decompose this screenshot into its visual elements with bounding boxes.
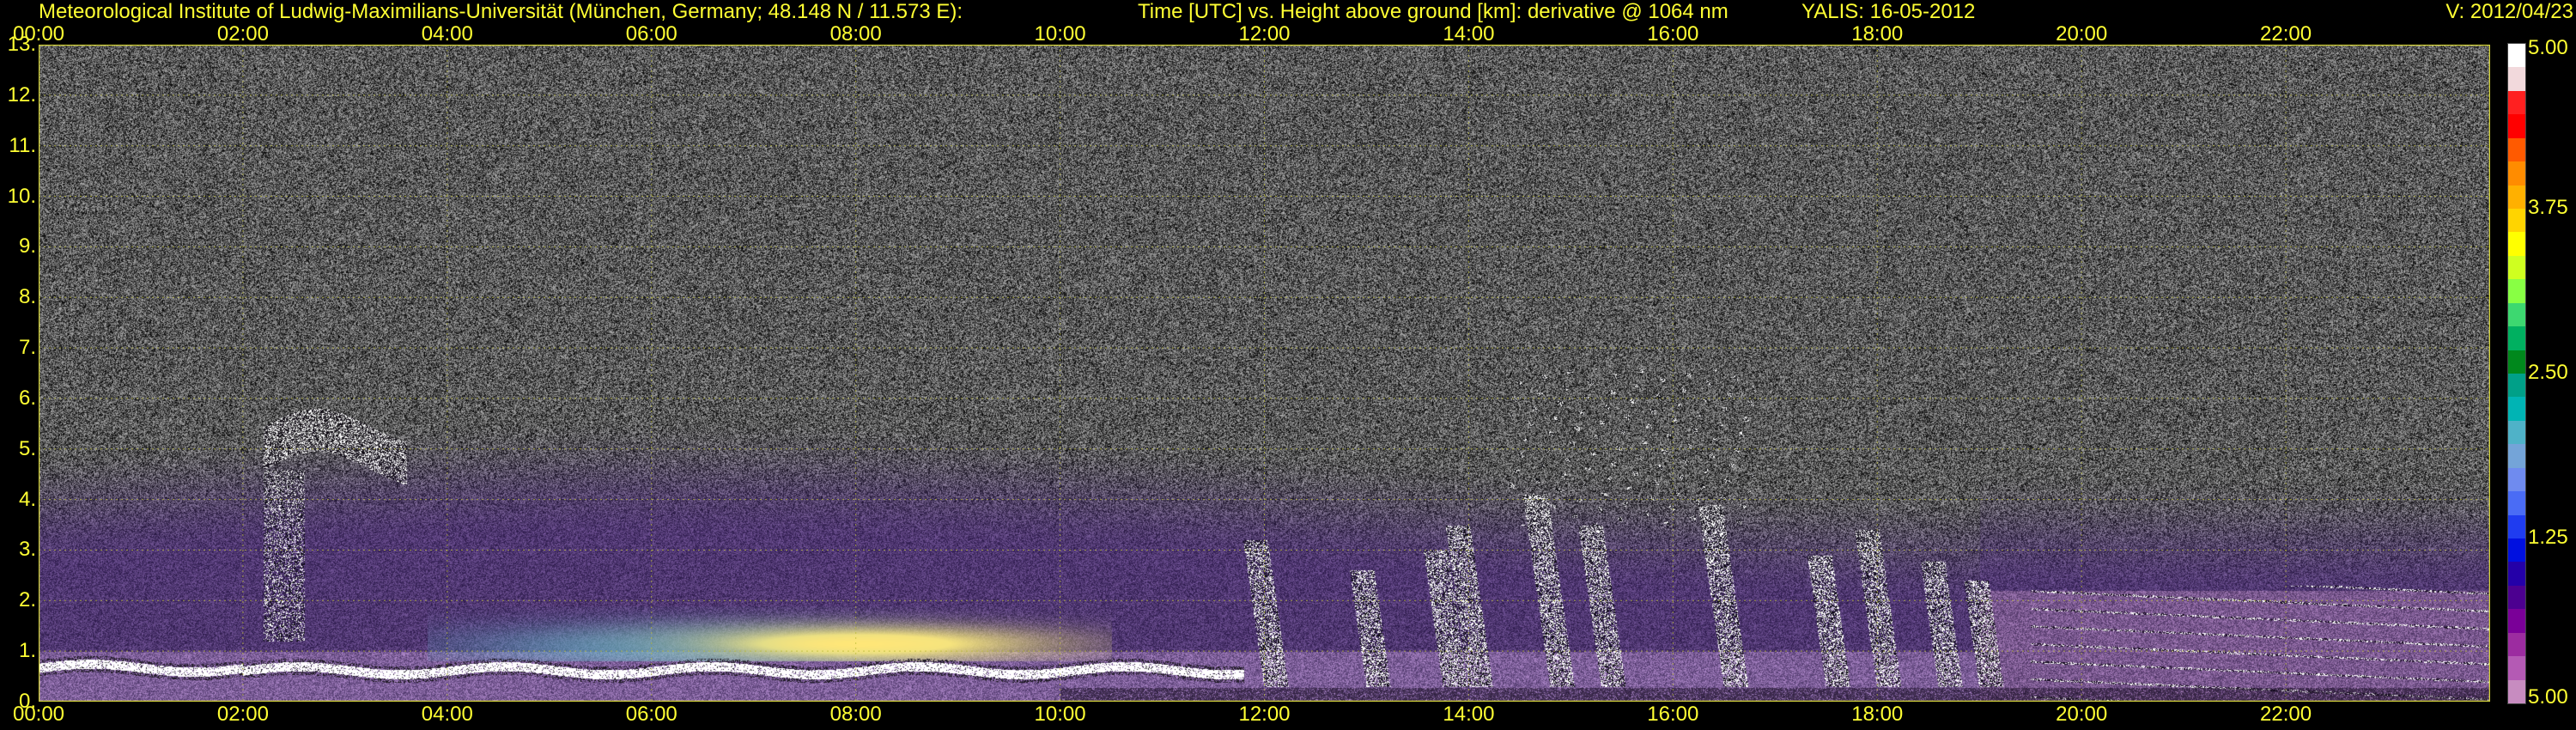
colorbar-segment	[2508, 44, 2525, 68]
x-tick-top-label: 16:00	[1647, 22, 1699, 46]
x-tick-top-label: 02:00	[216, 22, 269, 46]
y-tick-label: 3.	[18, 538, 36, 562]
x-tick-top-label: 20:00	[2056, 22, 2108, 46]
colorbar-tick-label: 2.50	[2528, 361, 2568, 384]
colorbar-segment	[2508, 420, 2525, 445]
x-tick-bottom-label: 10:00	[1034, 703, 1086, 726]
x-tick-bottom-label: 04:00	[421, 703, 473, 726]
y-tick-label: 5.	[18, 436, 36, 460]
institute-title: Meteorological Institute of Ludwig-Maxim…	[39, 0, 963, 23]
colorbar-segment	[2508, 185, 2525, 210]
colorbar-tick-label: 5.00	[2528, 685, 2568, 709]
colorbar-segment	[2508, 279, 2525, 304]
plot-grid	[39, 45, 2490, 702]
colorbar-segment	[2508, 444, 2525, 469]
y-tick-label: 0.	[18, 690, 36, 713]
x-tick-bottom-label: 18:00	[1851, 703, 1904, 726]
colorbar-segment	[2508, 137, 2525, 162]
x-tick-top-label: 18:00	[1851, 22, 1904, 46]
x-tick-top-label: 10:00	[1034, 22, 1086, 46]
x-tick-bottom-label: 22:00	[2260, 703, 2312, 726]
y-tick-label: 6.	[18, 386, 36, 410]
y-tick-label: 1.	[18, 639, 36, 663]
x-tick-top-label: 14:00	[1443, 22, 1495, 46]
colorbar-segment	[2508, 374, 2525, 398]
chart-description: Time [UTC] vs. Height above ground [km]:…	[1138, 0, 1728, 23]
y-tick-label: 13.	[7, 33, 36, 56]
x-tick-bottom-label: 02:00	[216, 703, 269, 726]
colorbar-segment	[2508, 209, 2525, 233]
colorbar-segment	[2508, 255, 2525, 280]
colorbar-segment	[2508, 232, 2525, 257]
x-tick-top-label: 04:00	[421, 22, 473, 46]
y-tick-label: 4.	[18, 487, 36, 511]
x-tick-bottom-label: 16:00	[1647, 703, 1699, 726]
colorbar-tick-label: 3.75	[2528, 196, 2568, 219]
colorbar-segment	[2508, 326, 2525, 351]
colorbar-segment	[2508, 538, 2525, 563]
colorbar-segment	[2508, 609, 2525, 634]
x-tick-top-label: 12:00	[1238, 22, 1291, 46]
x-tick-top-label: 08:00	[829, 22, 882, 46]
x-tick-top-label: 06:00	[625, 22, 677, 46]
y-tick-label: 12.	[7, 82, 36, 106]
x-tick-bottom-label: 06:00	[625, 703, 677, 726]
colorbar-segment	[2508, 562, 2525, 587]
colorbar	[2507, 43, 2526, 704]
y-tick-label: 8.	[18, 285, 36, 309]
x-tick-top-label: 22:00	[2260, 22, 2312, 46]
instrument-date: YALIS: 16-05-2012	[1801, 0, 1976, 23]
colorbar-segment	[2508, 656, 2525, 681]
colorbar-segment	[2508, 491, 2525, 516]
colorbar-segment	[2508, 90, 2525, 115]
y-tick-label: 9.	[18, 234, 36, 259]
colorbar-segment	[2508, 350, 2525, 374]
y-tick-label: 7.	[18, 336, 36, 360]
y-tick-label: 11.	[9, 133, 36, 157]
colorbar-segment	[2508, 67, 2525, 92]
colorbar-segment	[2508, 161, 2525, 186]
colorbar-segment	[2508, 114, 2525, 139]
x-tick-bottom-label: 08:00	[829, 703, 882, 726]
colorbar-segment	[2508, 397, 2525, 422]
colorbar-tick-label: 1.25	[2528, 526, 2568, 549]
colorbar-segment	[2508, 467, 2525, 492]
colorbar-tick-label: 5.00	[2528, 36, 2568, 59]
x-tick-bottom-label: 14:00	[1443, 703, 1495, 726]
x-tick-bottom-label: 12:00	[1238, 703, 1291, 726]
colorbar-segment	[2508, 679, 2525, 704]
y-tick-label: 10.	[7, 184, 36, 208]
colorbar-segment	[2508, 302, 2525, 327]
y-tick-label: 2.	[18, 588, 36, 612]
colorbar-segment	[2508, 585, 2525, 610]
colorbar-segment	[2508, 632, 2525, 657]
x-tick-bottom-label: 20:00	[2056, 703, 2108, 726]
colorbar-segment	[2508, 514, 2525, 539]
version-label: V: 2012/04/23	[2445, 0, 2573, 23]
